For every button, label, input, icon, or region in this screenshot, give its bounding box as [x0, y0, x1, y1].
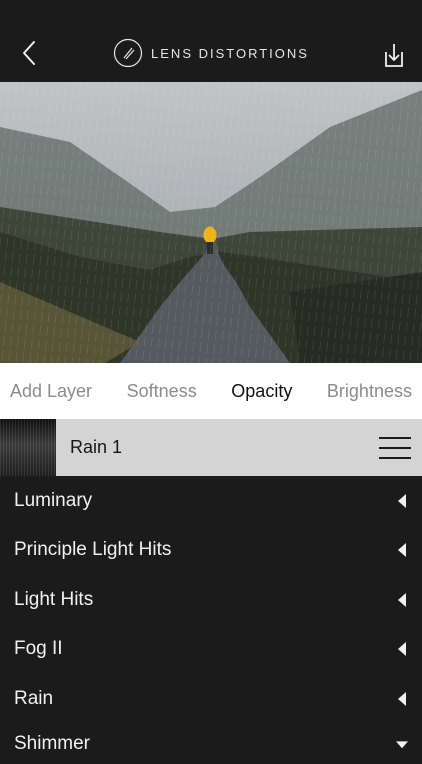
hamburger-menu-icon[interactable] [379, 436, 411, 459]
tool-tabs: Add Layer Softness Opacity Brightness [0, 363, 422, 419]
photo-image [0, 82, 422, 363]
menu-line [379, 446, 411, 449]
tab-softness[interactable]: Softness [127, 381, 197, 402]
effect-label: Shimmer [14, 732, 91, 754]
effect-label: Rain [14, 687, 54, 709]
layer-name: Rain 1 [70, 437, 123, 457]
arrow-down-icon [396, 740, 408, 748]
tab-opacity[interactable]: Opacity [231, 381, 292, 402]
menu-line [379, 436, 411, 439]
arrow-left-icon [398, 592, 406, 607]
effect-item-principle-light-hits[interactable]: Principle Light Hits [0, 526, 422, 576]
tab-brightness[interactable]: Brightness [327, 381, 412, 402]
effect-item-rain[interactable]: Rain [0, 674, 422, 724]
effects-list: Luminary Principle Light Hits Light Hits… [0, 476, 422, 764]
menu-line [379, 456, 411, 459]
arrow-left-icon [398, 691, 406, 706]
app-title: LENS DISTORTIONS [151, 45, 309, 61]
effect-item-fog-ii[interactable]: Fog II [0, 625, 422, 675]
effect-label: Luminary [14, 489, 93, 511]
effect-item-light-hits[interactable]: Light Hits [0, 575, 422, 625]
current-layer-bar[interactable]: Rain 1 [0, 419, 422, 476]
photo-preview[interactable] [0, 82, 422, 363]
layer-thumbnail[interactable] [0, 419, 56, 476]
effect-item-luminary[interactable]: Luminary [0, 476, 422, 526]
download-tray-icon [385, 44, 403, 67]
effect-label: Fog II [14, 638, 63, 660]
arrow-left-icon [398, 493, 406, 508]
effect-label: Light Hits [14, 588, 94, 610]
arrow-left-icon [398, 543, 406, 558]
arrow-left-icon [398, 642, 406, 657]
effect-item-shimmer[interactable]: Shimmer [0, 724, 422, 764]
lens-logo-icon [113, 38, 143, 68]
app-brand: LENS DISTORTIONS [0, 38, 422, 73]
top-bar: LENS DISTORTIONS [0, 0, 422, 82]
download-button[interactable] [380, 40, 408, 70]
tab-add-layer[interactable]: Add Layer [10, 381, 92, 402]
effect-label: Principle Light Hits [14, 539, 172, 561]
